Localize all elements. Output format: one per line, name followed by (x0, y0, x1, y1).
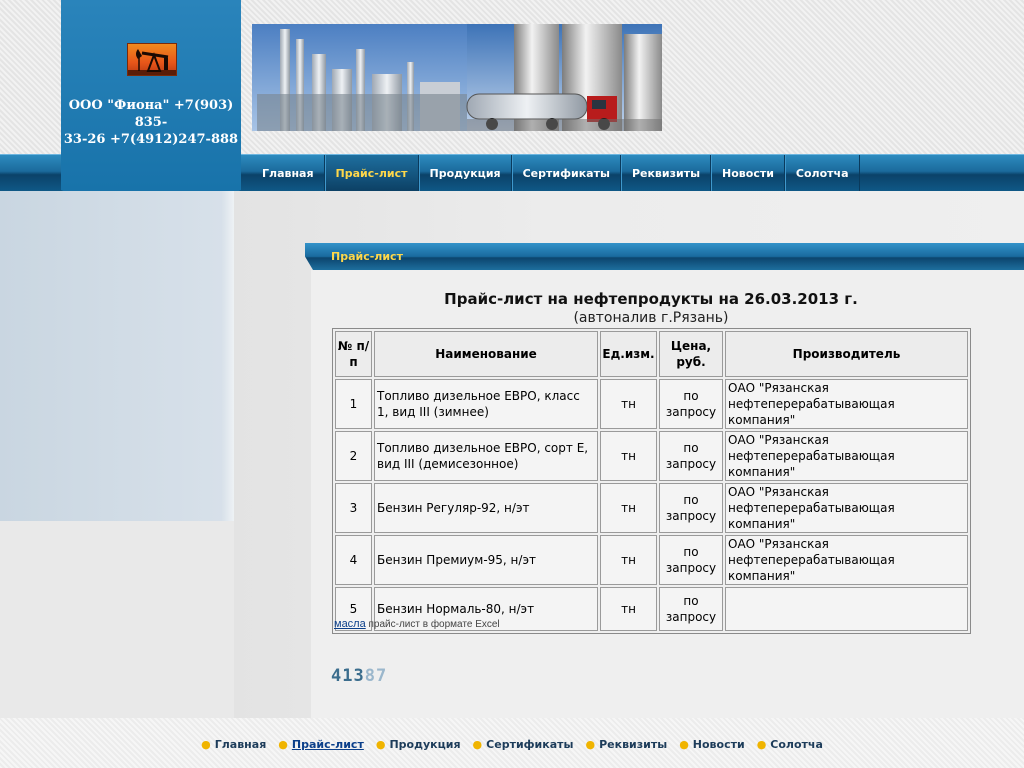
footer-link-label: Главная (214, 738, 267, 751)
cell-maker: ОАО "Рязанская нефтеперерабатывающая ком… (725, 535, 968, 585)
footer-link-solotcha[interactable]: ● Солотча (757, 738, 823, 751)
cell-price: по запросу (659, 535, 723, 585)
footer-link-label: Новости (692, 738, 745, 751)
cell-num: 4 (335, 535, 372, 585)
footer-link-price-list[interactable]: ● Прайс-лист (278, 738, 364, 751)
counter-digits-main: 413 (331, 666, 365, 686)
cell-name: Бензин Премиум-95, н/эт (374, 535, 598, 585)
left-sidebar (0, 191, 234, 521)
footer-link-label: Прайс-лист (291, 738, 364, 751)
bullet-icon: ● (756, 738, 767, 751)
bullet-icon: ● (585, 738, 596, 751)
cell-price: по запросу (659, 483, 723, 533)
nav-item-certificates[interactable]: Сертификаты (511, 155, 621, 192)
cell-maker (725, 587, 968, 631)
footer-link-news[interactable]: ● Новости (679, 738, 745, 751)
nav-item-requisites[interactable]: Реквизиты (620, 155, 712, 192)
nav-item-solotcha[interactable]: Солотча (784, 155, 860, 192)
excel-download-link[interactable]: масла (334, 618, 366, 630)
header-banner-image (252, 24, 662, 131)
cell-price: по запросу (659, 587, 723, 631)
cell-maker: ОАО "Рязанская нефтеперерабатывающая ком… (725, 431, 968, 481)
cell-num: 1 (335, 379, 372, 429)
cell-maker: ОАО "Рязанская нефтеперерабатывающая ком… (725, 483, 968, 533)
sidebar-edge (222, 191, 234, 521)
bullet-icon: ● (679, 738, 689, 751)
bullet-icon: ● (201, 738, 211, 751)
table-row: 3 Бензин Регуляр-92, н/эт тн по запросу … (335, 483, 968, 533)
cell-name: Бензин Регуляр-92, н/эт (374, 483, 598, 533)
cell-unit: тн (600, 587, 657, 631)
cell-unit: тн (600, 431, 657, 481)
visit-counter[interactable]: 41387 (331, 666, 387, 686)
cell-price: по запросу (659, 431, 723, 481)
bullet-icon: ● (375, 738, 386, 751)
cell-name: Топливо дизельное ЕВРО, сорт Е, вид III … (374, 431, 598, 481)
excel-download-text: прайс-лист в формате Excel (365, 619, 500, 630)
bullet-icon: ● (472, 738, 483, 751)
nav-item-products[interactable]: Продукция (418, 155, 512, 192)
oil-pumpjack-logo-icon[interactable] (127, 43, 177, 76)
table-row: 4 Бензин Премиум-95, н/эт тн по запросу … (335, 535, 968, 585)
excel-download-line: масла прайс-лист в формате Excel (334, 618, 500, 630)
table-row: 1 Топливо дизельное ЕВРО, класс 1, вид I… (335, 379, 968, 429)
company-contact: ООО "Фиона" +7(903) 835- 33-26 +7(4912)2… (61, 97, 241, 148)
nav-item-news[interactable]: Новости (711, 155, 785, 192)
nav-item-price-list[interactable]: Прайс-лист (324, 155, 419, 192)
footer-link-label: Продукция (389, 738, 461, 751)
header-name: Наименование (374, 331, 598, 377)
header-maker: Производитель (725, 331, 968, 377)
header-num: № п/п (335, 331, 372, 377)
footer-link-label: Реквизиты (599, 738, 668, 751)
table-header-row: № п/п Наименование Ед.изм. Цена, руб. Пр… (335, 331, 968, 377)
section-title: Прайс-лист (331, 250, 403, 263)
price-list-subtitle: (автоналив г.Рязань) (573, 310, 729, 326)
cell-unit: тн (600, 535, 657, 585)
cell-price: по запросу (659, 379, 723, 429)
nav-item-home[interactable]: Главная (252, 155, 325, 192)
footer-link-certificates[interactable]: ● Сертификаты (473, 738, 574, 751)
footer-link-label: Солотча (770, 738, 823, 751)
table-row: 2 Топливо дизельное ЕВРО, сорт Е, вид II… (335, 431, 968, 481)
cell-maker: ОАО "Рязанская нефтеперерабатывающая ком… (725, 379, 968, 429)
nav-menu: Главная Прайс-лист Продукция Сертификаты… (252, 155, 860, 192)
footer-link-home[interactable]: ● Главная (201, 738, 266, 751)
footer-link-label: Сертификаты (486, 738, 574, 751)
logo-panel (61, 0, 241, 190)
footer-link-products[interactable]: ● Продукция (376, 738, 461, 751)
section-header-bar (305, 243, 1024, 270)
cell-unit: тн (600, 379, 657, 429)
footer-nav: ● Главная ● Прайс-лист ● Продукция ● Сертифи… (0, 738, 1024, 751)
cell-num: 2 (335, 431, 372, 481)
company-line-1: ООО "Фиона" +7(903) 835- (68, 98, 234, 130)
bullet-icon: ● (278, 738, 288, 751)
cell-unit: тн (600, 483, 657, 533)
footer-link-requisites[interactable]: ● Реквизиты (585, 738, 667, 751)
header-unit: Ед.изм. (600, 331, 657, 377)
cell-name: Топливо дизельное ЕВРО, класс 1, вид III… (374, 379, 598, 429)
price-table: № п/п Наименование Ед.изм. Цена, руб. Пр… (332, 328, 971, 634)
company-line-2: 33-26 +7(4912)247-888 (63, 132, 239, 147)
counter-digits-tail: 87 (364, 666, 388, 686)
price-list-title: Прайс-лист на нефтепродукты на 26.03.201… (444, 290, 858, 308)
header-price: Цена, руб. (659, 331, 723, 377)
cell-num: 3 (335, 483, 372, 533)
